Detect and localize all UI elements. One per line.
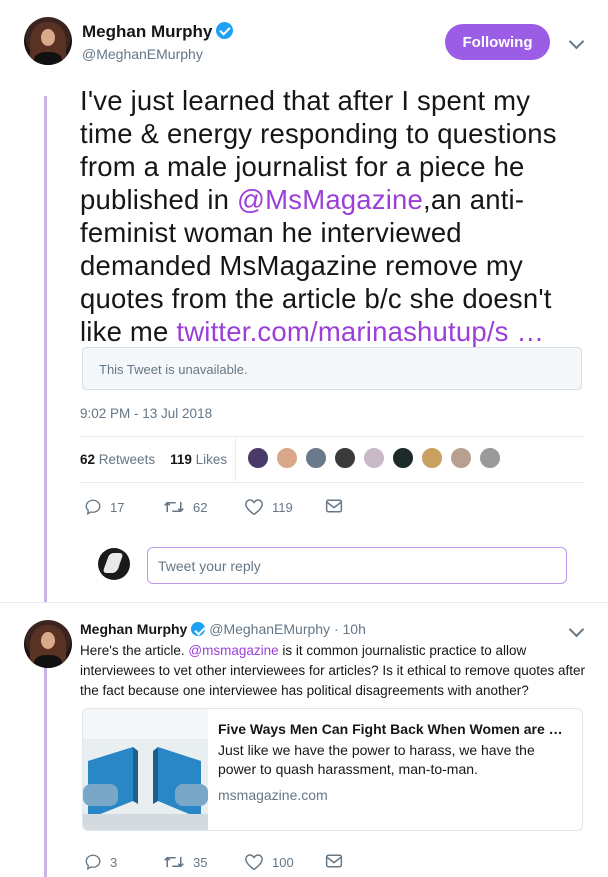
liker-avatar[interactable] xyxy=(363,447,385,469)
like-button[interactable]: 119 xyxy=(244,498,293,516)
liker-avatar[interactable] xyxy=(392,447,414,469)
retweet-button[interactable]: 62 xyxy=(163,498,207,516)
following-button[interactable]: Following xyxy=(445,24,550,60)
current-user-avatar xyxy=(98,548,130,580)
mention-link[interactable]: @MsMagazine xyxy=(237,184,423,215)
link-card[interactable]: Five Ways Men Can Fight Back When Women … xyxy=(82,708,583,831)
card-description: Just like we have the power to harass, w… xyxy=(218,742,535,777)
retweet-icon xyxy=(164,501,184,513)
retweet-button[interactable]: 35 xyxy=(163,853,207,871)
card-title[interactable]: Five Ways Men Can Fight Back When Women … xyxy=(218,721,568,737)
liker-avatar[interactable] xyxy=(305,447,327,469)
reply-tweet-header: Meghan Murphy @MeghanEMurphy · 10h xyxy=(80,621,366,637)
tweet-text: I've just learned that after I spent my … xyxy=(80,85,557,347)
thread-line xyxy=(44,96,47,602)
envelope-icon xyxy=(325,499,343,513)
heart-icon xyxy=(245,499,263,516)
author-handle[interactable]: @MeghanEMurphy xyxy=(209,621,330,637)
verified-badge-icon xyxy=(216,22,234,39)
envelope-icon xyxy=(325,854,343,868)
author-name[interactable]: Meghan Murphy xyxy=(80,621,187,637)
divider xyxy=(235,437,236,481)
heart-icon xyxy=(245,854,263,871)
reply-button[interactable]: 3 xyxy=(84,853,117,871)
liker-avatar[interactable] xyxy=(247,447,269,469)
direct-message-button[interactable] xyxy=(325,498,351,514)
liker-avatar[interactable] xyxy=(450,447,472,469)
tweet-timestamp[interactable]: 9:02 PM - 13 Jul 2018 xyxy=(80,406,212,421)
tweet-time[interactable]: · 10h xyxy=(334,621,366,637)
reply-icon xyxy=(85,499,101,516)
liker-avatar[interactable] xyxy=(276,447,298,469)
mention-link[interactable]: @msmagazine xyxy=(188,643,278,658)
tweet-stats: 62 Retweets 119 Likes xyxy=(80,452,227,467)
card-domain: msmagazine.com xyxy=(218,787,328,803)
author-avatar[interactable] xyxy=(24,17,72,65)
tweet-text: Here's the article. @msmagazine is it co… xyxy=(80,643,585,698)
tweet-url-link[interactable]: twitter.com/marinashutup/s … xyxy=(176,316,544,347)
divider xyxy=(80,436,585,437)
retweet-icon xyxy=(164,856,184,868)
author-avatar[interactable] xyxy=(24,620,72,668)
reply-button[interactable]: 17 xyxy=(84,498,124,516)
divider xyxy=(0,602,608,603)
like-button[interactable]: 100 xyxy=(244,853,294,871)
retweets-stat[interactable]: 62 Retweets xyxy=(80,452,155,467)
reply-input[interactable] xyxy=(147,547,567,584)
liker-avatar[interactable] xyxy=(479,447,501,469)
thread-line xyxy=(44,668,47,877)
card-thumbnail xyxy=(83,709,208,830)
divider xyxy=(80,482,585,483)
chevron-down-icon[interactable] xyxy=(568,33,585,50)
reply-icon xyxy=(85,854,101,871)
quoted-tweet-unavailable: This Tweet is unavailable. xyxy=(82,347,582,390)
author-handle[interactable]: @MeghanEMurphy xyxy=(82,46,203,62)
verified-badge-icon xyxy=(191,622,206,636)
author-name[interactable]: Meghan Murphy xyxy=(82,22,234,42)
direct-message-button[interactable] xyxy=(325,853,351,869)
liker-avatar[interactable] xyxy=(421,447,443,469)
liker-avatar[interactable] xyxy=(334,447,356,469)
likes-stat[interactable]: 119 Likes xyxy=(170,452,227,467)
chevron-down-icon[interactable] xyxy=(568,621,585,638)
